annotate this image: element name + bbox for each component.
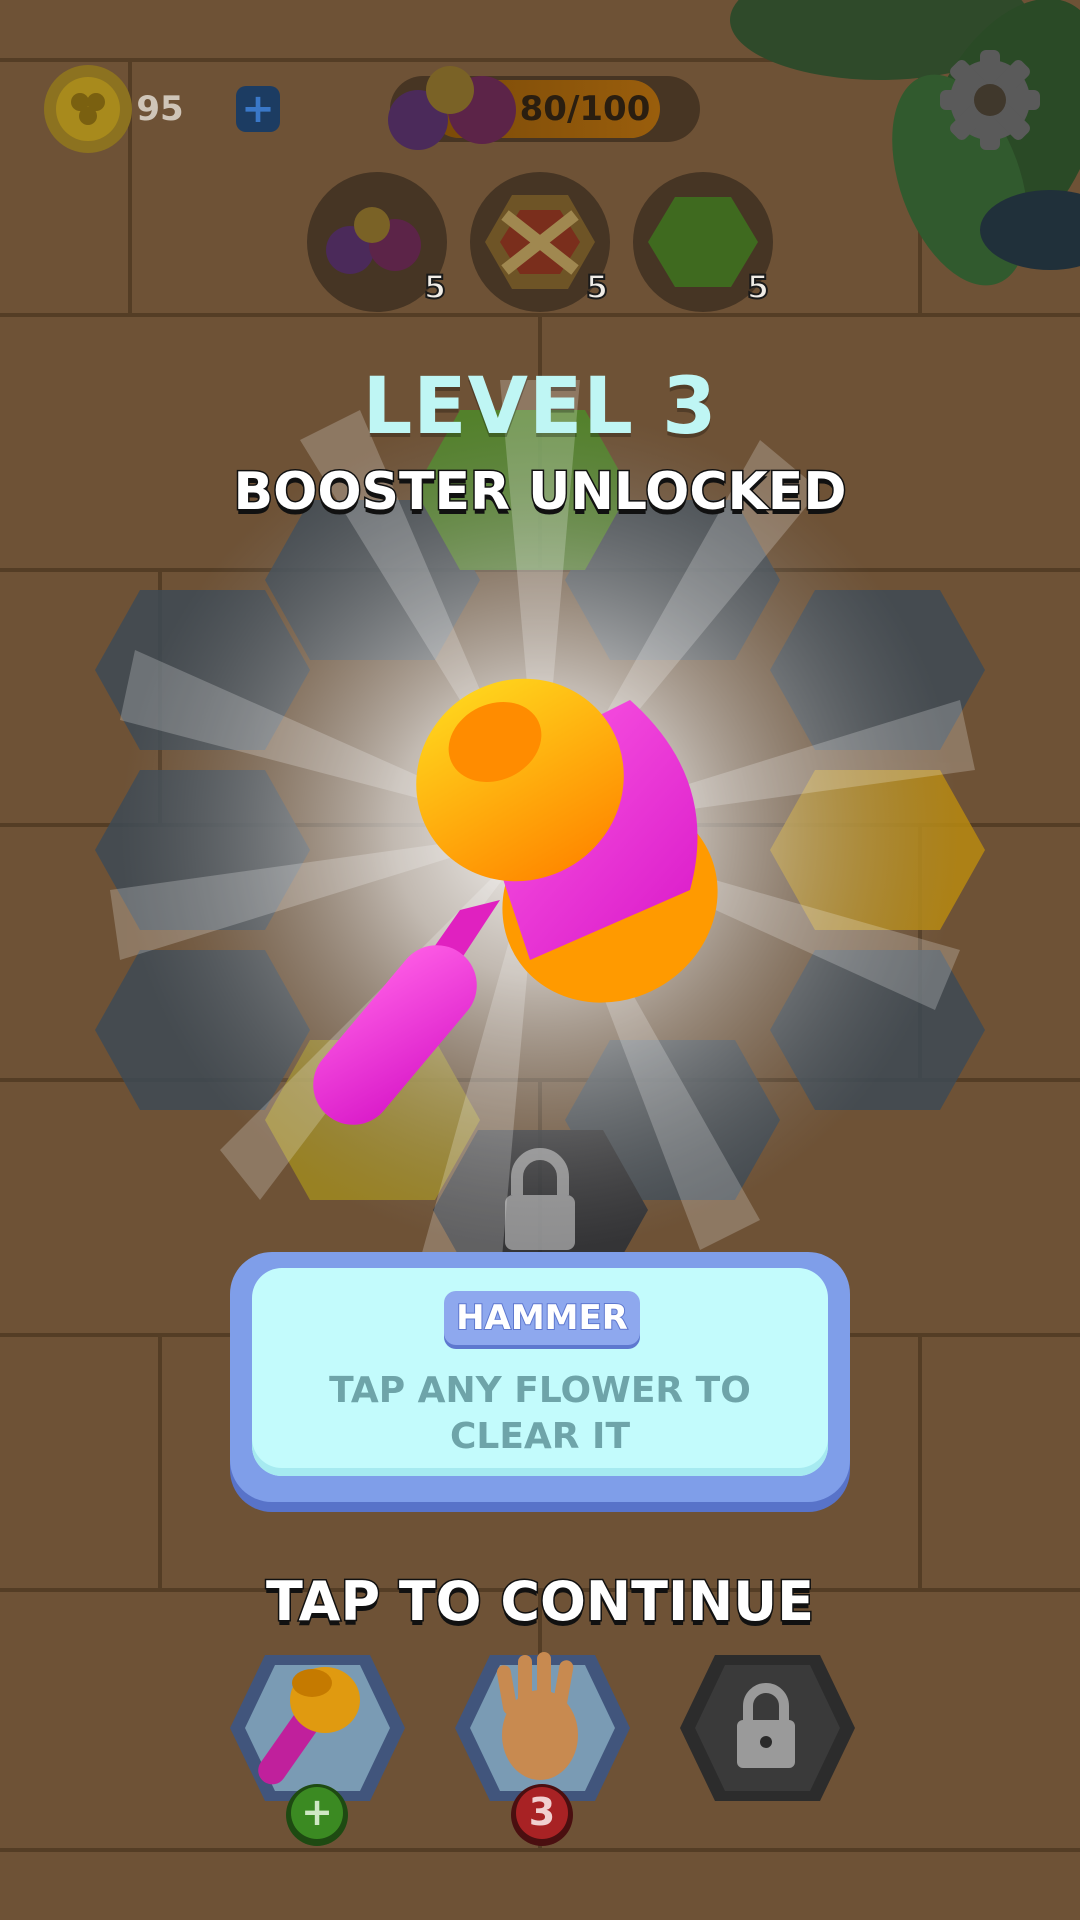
add-coins-button[interactable]: + bbox=[236, 86, 280, 132]
booster-description: TAP ANY FLOWER TO CLEAR IT bbox=[329, 1370, 751, 1457]
booster-unlocked-title: BOOSTER UNLOCKED bbox=[232, 461, 848, 524]
coin-value: 95 bbox=[136, 89, 184, 129]
booster-slot-locked bbox=[680, 1655, 855, 1801]
booster-name-badge: HAMMER bbox=[444, 1291, 640, 1345]
gear-icon[interactable] bbox=[940, 50, 1040, 150]
level-title: LEVEL 3 bbox=[362, 362, 718, 452]
flower-progress-value: 80/100 bbox=[519, 89, 651, 129]
tap-to-continue-button[interactable]: TAP TO CONTINUE bbox=[0, 1569, 1080, 1635]
booster-slot-hand[interactable] bbox=[455, 1655, 630, 1801]
goal-count: 5 bbox=[746, 267, 770, 307]
booster-slot-hammer[interactable] bbox=[230, 1655, 405, 1801]
booster-count-badge: 3 bbox=[528, 1790, 556, 1834]
booster-add-badge[interactable]: + bbox=[287, 1790, 347, 1834]
goal-count: 5 bbox=[585, 267, 609, 307]
goal-count: 5 bbox=[423, 267, 447, 307]
